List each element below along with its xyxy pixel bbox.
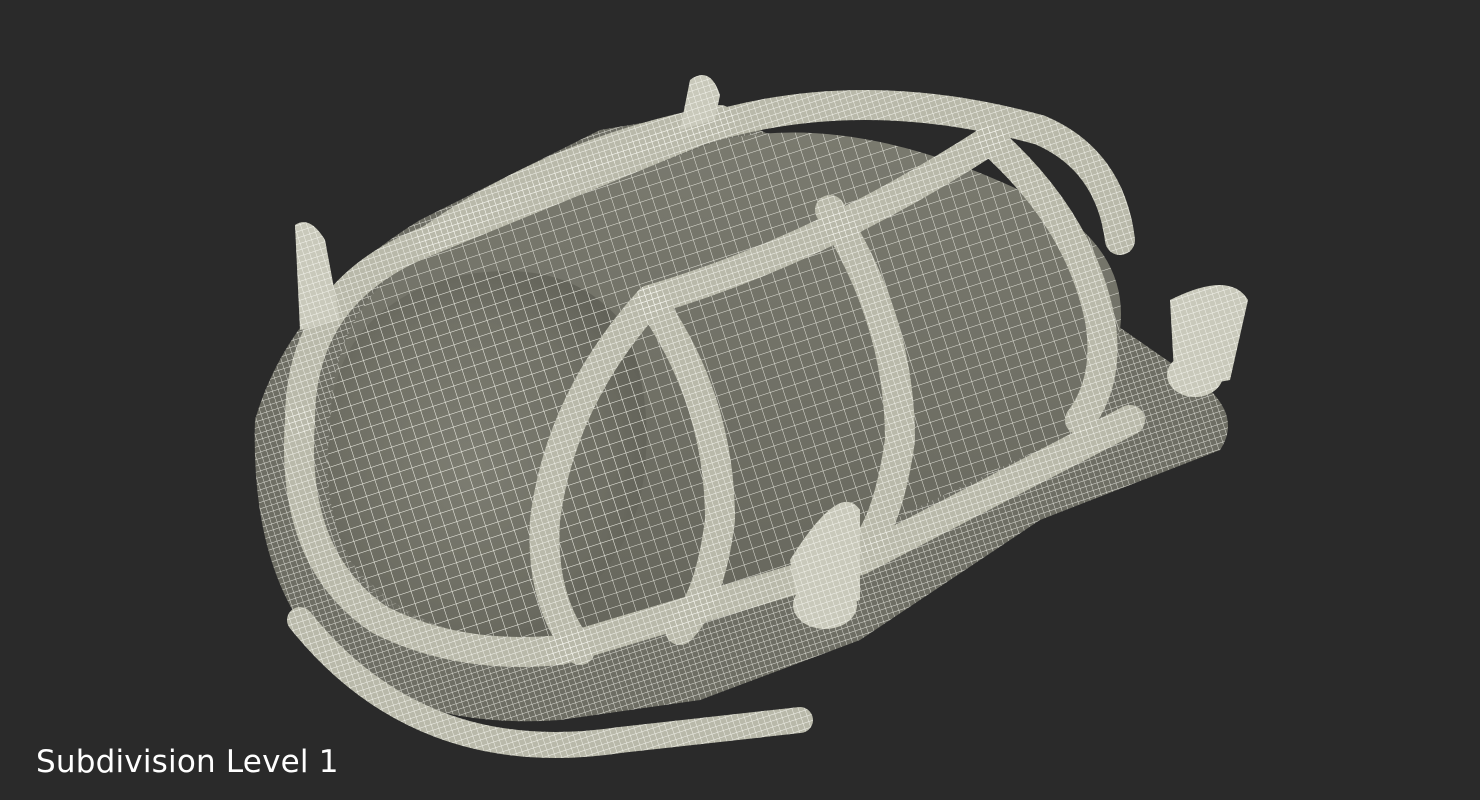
render-viewport: Subdivision Level 1 bbox=[0, 0, 1480, 800]
lug-left bbox=[295, 222, 340, 330]
wireframe-lamp-model bbox=[254, 75, 1248, 758]
lug-right bbox=[1167, 285, 1248, 397]
subdivision-level-caption: Subdivision Level 1 bbox=[36, 744, 339, 780]
